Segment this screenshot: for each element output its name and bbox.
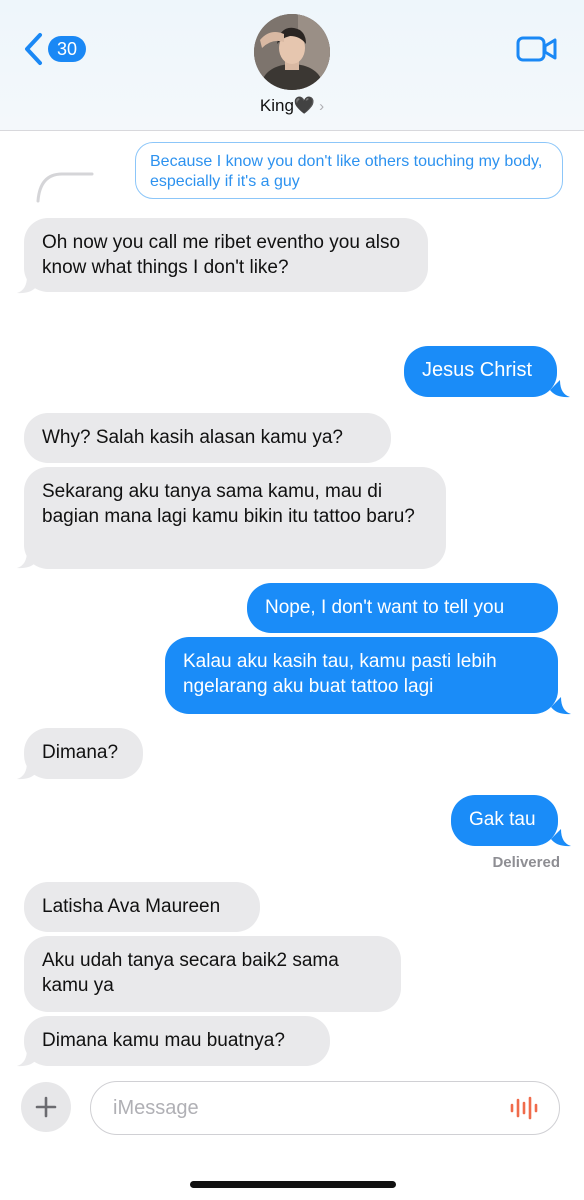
bubble-tail — [17, 276, 37, 294]
chevron-left-icon — [25, 33, 42, 65]
message-bubble-outgoing[interactable]: Gak tau — [451, 795, 558, 846]
home-indicator — [190, 1181, 396, 1188]
conversation-header: 30 King🖤 › — [0, 0, 584, 131]
bubble-tail — [551, 697, 571, 715]
message-bubble-outgoing[interactable]: Nope, I don't want to tell you — [247, 583, 558, 633]
apps-plus-button[interactable] — [21, 1082, 71, 1132]
avatar-photo — [254, 14, 330, 90]
message-input-box[interactable] — [90, 1081, 560, 1135]
bubble-tail — [550, 380, 570, 398]
message-bubble-incoming[interactable]: Latisha Ava Maureen — [24, 882, 260, 932]
message-bubble-incoming[interactable]: Sekarang aku tanya sama kamu, mau di bag… — [24, 467, 446, 569]
back-button[interactable]: 30 — [22, 32, 86, 66]
contact-name-row[interactable]: King🖤 › — [0, 96, 584, 116]
plus-icon — [35, 1096, 57, 1118]
video-call-button[interactable] — [516, 34, 558, 69]
message-bubble-outgoing[interactable]: Kalau aku kasih tau, kamu pasti lebih ng… — [165, 637, 558, 714]
message-bubble-incoming[interactable]: Dimana kamu mau buatnya? — [24, 1016, 330, 1066]
reply-quote-bubble[interactable]: Because I know you don't like others tou… — [135, 142, 563, 199]
message-bubble-incoming[interactable]: Why? Salah kasih alasan kamu ya? — [24, 413, 391, 463]
bubble-tail — [551, 829, 571, 847]
unread-count-badge: 30 — [48, 36, 86, 62]
bubble-tail — [17, 762, 37, 780]
message-input[interactable] — [111, 1095, 495, 1121]
message-bubble-incoming[interactable]: Oh now you call me ribet eventho you als… — [24, 218, 428, 292]
contact-avatar[interactable] — [254, 14, 330, 90]
chevron-right-icon: › — [319, 98, 325, 115]
message-bubble-incoming[interactable]: Dimana? — [24, 728, 143, 779]
bubble-tail — [17, 1049, 37, 1067]
waveform-icon[interactable] — [509, 1096, 539, 1120]
delivered-status: Delivered — [492, 854, 560, 871]
bubble-tail — [17, 551, 37, 569]
reply-connector — [36, 172, 94, 203]
contact-name: King🖤 — [259, 96, 316, 115]
video-camera-icon — [516, 36, 557, 62]
message-bubble-incoming[interactable]: Aku udah tanya secara baik2 sama kamu ya — [24, 936, 401, 1012]
message-thread[interactable]: Because I know you don't like others tou… — [0, 131, 584, 1076]
message-bubble-outgoing[interactable]: Jesus Christ — [404, 346, 557, 397]
